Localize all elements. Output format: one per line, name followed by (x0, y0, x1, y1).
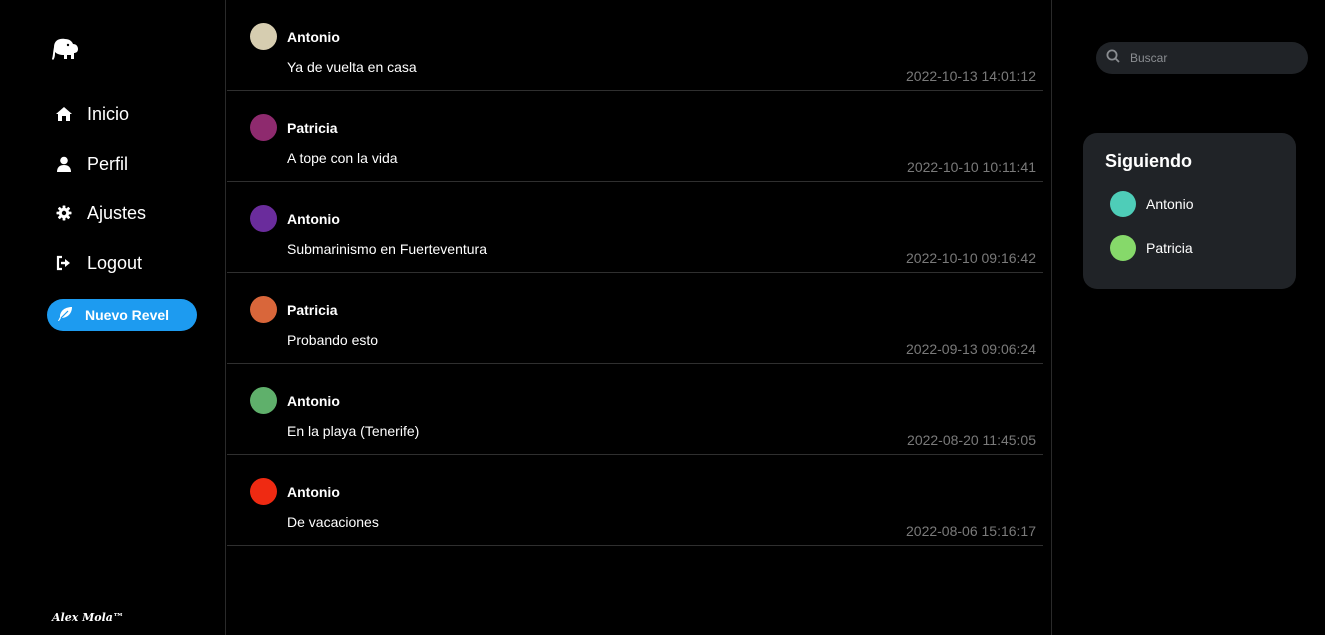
post-author[interactable]: Patricia (287, 302, 338, 318)
post-timestamp: 2022-09-13 09:06:24 (906, 341, 1036, 357)
following-panel: Siguiendo Antonio Patricia (1083, 133, 1296, 289)
post-author[interactable]: Antonio (287, 393, 340, 409)
following-title: Siguiendo (1105, 151, 1192, 171)
new-revel-label: Nuevo Revel (85, 307, 170, 323)
post-item[interactable]: Patricia Probando esto 2022-09-13 09:06:… (227, 273, 1043, 364)
post-item[interactable]: Antonio De vacaciones 2022-08-06 15:16:1… (227, 455, 1043, 546)
feed: Antonio Ya de vuelta en casa 2022-10-13 … (227, 0, 1052, 635)
nav-label: Inicio (87, 103, 130, 124)
post-timestamp: 2022-10-10 10:11:41 (907, 159, 1036, 175)
avatar[interactable] (250, 205, 277, 232)
following-name[interactable]: Antonio (1146, 196, 1193, 212)
new-revel-button[interactable]: Nuevo Revel (47, 299, 197, 331)
feather-icon (57, 306, 73, 325)
following-name[interactable]: Patricia (1146, 240, 1193, 256)
nav-label: Perfil (87, 153, 129, 174)
avatar[interactable] (250, 478, 277, 505)
post-item[interactable]: Patricia A tope con la vida 2022-10-10 1… (227, 91, 1043, 182)
avatar[interactable] (1110, 235, 1136, 261)
post-text: De vacaciones (287, 514, 379, 530)
elephant-icon[interactable] (50, 37, 80, 63)
avatar[interactable] (1110, 191, 1136, 217)
post-author[interactable]: Patricia (287, 120, 338, 136)
logout-icon (54, 254, 73, 273)
post-timestamp: 2022-08-20 11:45:05 (907, 432, 1036, 448)
post-text: En la playa (Tenerife) (287, 423, 420, 439)
nav-perfil[interactable]: Perfil (54, 149, 128, 179)
post-text: Submarinismo en Fuerteventura (287, 241, 487, 257)
search-input[interactable] (1128, 50, 1292, 66)
app-root: Inicio Perfil Ajustes Logout Nuevo Revel… (0, 0, 1325, 635)
post-author[interactable]: Antonio (287, 211, 340, 227)
post-item[interactable]: Antonio Ya de vuelta en casa 2022-10-13 … (227, 0, 1043, 91)
post-timestamp: 2022-10-10 09:16:42 (906, 250, 1036, 266)
post-item[interactable]: Antonio Submarinismo en Fuerteventura 20… (227, 182, 1043, 273)
nav-inicio[interactable]: Inicio (54, 99, 129, 129)
post-author[interactable]: Antonio (287, 484, 340, 500)
post-text: Probando esto (287, 332, 379, 348)
footer-signature: Alex Mola™ (52, 611, 124, 624)
search-box[interactable] (1096, 42, 1308, 74)
nav-label: Logout (87, 252, 143, 273)
home-icon (54, 105, 73, 124)
nav-logout[interactable]: Logout (54, 248, 142, 278)
post-item[interactable]: Antonio En la playa (Tenerife) 2022-08-2… (227, 364, 1043, 455)
user-icon (54, 155, 73, 174)
gear-icon (54, 204, 73, 223)
post-text: Ya de vuelta en casa (287, 59, 417, 75)
nav-ajustes[interactable]: Ajustes (54, 198, 146, 228)
avatar[interactable] (250, 296, 277, 323)
avatar[interactable] (250, 23, 277, 50)
avatar[interactable] (250, 114, 277, 141)
post-author[interactable]: Antonio (287, 29, 340, 45)
post-timestamp: 2022-10-13 14:01:12 (906, 68, 1036, 84)
post-text: A tope con la vida (287, 150, 398, 166)
post-timestamp: 2022-08-06 15:16:17 (906, 523, 1036, 539)
sidebar: Inicio Perfil Ajustes Logout Nuevo Revel… (0, 0, 226, 635)
following-item[interactable]: Antonio (1110, 191, 1193, 217)
nav-label: Ajustes (87, 202, 147, 223)
search-icon (1106, 49, 1120, 68)
avatar[interactable] (250, 387, 277, 414)
following-item[interactable]: Patricia (1110, 235, 1193, 261)
